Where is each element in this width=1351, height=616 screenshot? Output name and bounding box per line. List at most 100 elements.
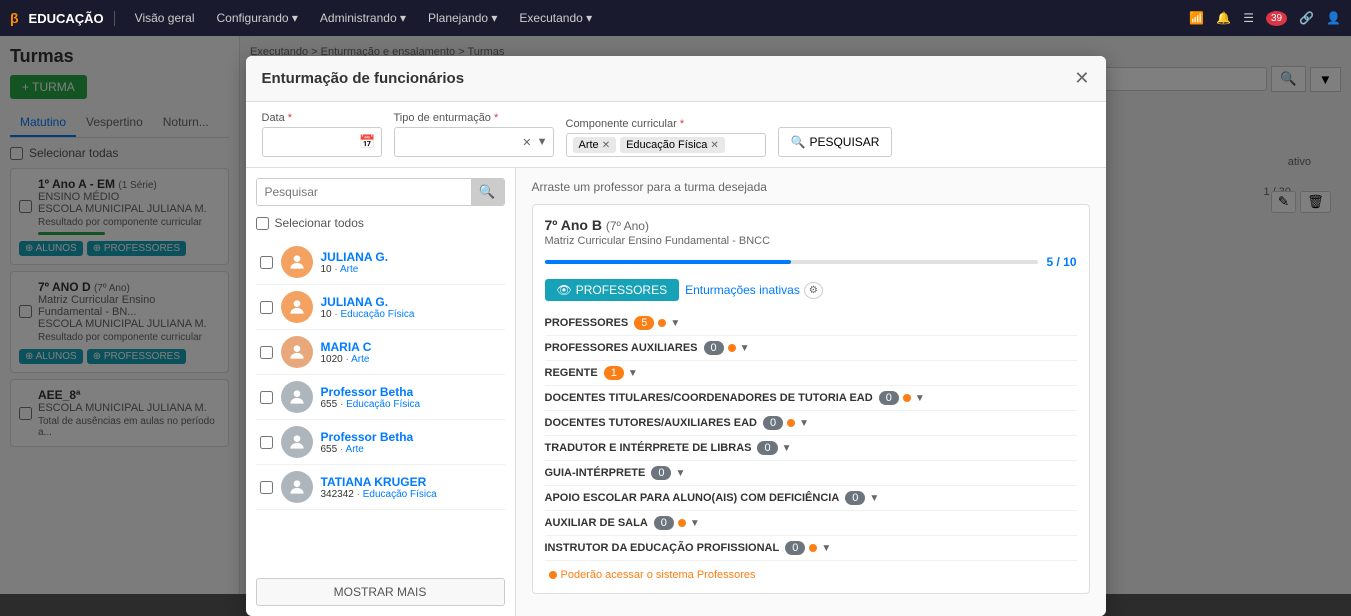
chevron-down-icon[interactable]: ▼: [690, 518, 700, 529]
person-item[interactable]: Professor Betha 655 · Educação Física: [256, 375, 505, 420]
nav-visao-geral[interactable]: Visão geral: [127, 11, 203, 25]
role-name: DOCENTES TITULARES/COORDENADORES DE TUTO…: [545, 392, 873, 404]
person-sub: 10 · Educação Física: [321, 309, 415, 320]
tipo-clear-icon[interactable]: ✕: [522, 136, 531, 149]
person-sub: 342342 · Educação Física: [321, 489, 437, 500]
role-count: 0: [704, 341, 724, 355]
chevron-down-icon[interactable]: ▼: [869, 493, 879, 504]
nav-administrando[interactable]: Administrando ▾: [312, 11, 414, 25]
person-info: MARIA C 1020 · Arte: [321, 340, 372, 365]
person-checkbox[interactable]: [260, 436, 273, 449]
nav-configurando[interactable]: Configurando ▾: [209, 11, 306, 25]
role-name: REGENTE: [545, 367, 598, 379]
chevron-down-icon[interactable]: ▼: [628, 368, 638, 379]
enturmacoes-inativas-link[interactable]: Enturmações inativas ⚙: [685, 282, 823, 299]
person-info: TATIANA KRUGER 342342 · Educação Física: [321, 475, 437, 500]
nav-planejando[interactable]: Planejando ▾: [420, 11, 505, 25]
progress-fill: [545, 260, 792, 264]
person-checkbox[interactable]: [260, 256, 273, 269]
list-search-input[interactable]: [257, 180, 471, 204]
modal-title: Enturmação de funcionários: [262, 70, 465, 87]
person-name: JULIANA G.: [321, 295, 415, 309]
person-checkbox[interactable]: [260, 391, 273, 404]
person-item[interactable]: JULIANA G. 10 · Arte: [256, 240, 505, 285]
tipo-field: Tipo de enturmação * Professor ✕ ▼: [394, 112, 554, 157]
chevron-down-icon[interactable]: ▼: [799, 418, 809, 429]
role-row-regente: REGENTE 1 ▼: [545, 361, 1077, 386]
role-count: 0: [654, 516, 674, 530]
role-name: PROFESSORES: [545, 317, 629, 329]
chevron-down-icon[interactable]: ▼: [821, 543, 831, 554]
person-checkbox[interactable]: [260, 481, 273, 494]
role-row-professores-auxiliares: PROFESSORES AUXILIARES 0 ▼: [545, 336, 1077, 361]
person-item[interactable]: JULIANA G. 10 · Educação Física: [256, 285, 505, 330]
role-count: 0: [785, 541, 805, 555]
dot-icon: [728, 344, 736, 352]
settings-circle-icon[interactable]: ⚙: [804, 282, 823, 299]
person-info: Professor Betha 655 · Arte: [321, 430, 414, 455]
professores-tab-button[interactable]: 👁 PROFESSORES: [545, 279, 680, 301]
role-name: INSTRUTOR DA EDUCAÇÃO PROFISSIONAL: [545, 542, 780, 554]
grid-icon: ☰: [1243, 11, 1254, 25]
tipo-label: Tipo de enturmação *: [394, 112, 554, 124]
role-count: 0: [651, 466, 671, 480]
logo-icon: β: [10, 10, 19, 26]
class-name: 7º Ano B (7º Ano): [545, 217, 1077, 233]
tag-arte: Arte ✕: [573, 137, 617, 153]
nav-icons: 📶 🔔 ☰ 39 🔗 👤: [1189, 11, 1341, 26]
role-row-professores: PROFESSORES 5 ▼: [545, 311, 1077, 336]
progress-text: 5 / 10: [1046, 255, 1076, 269]
date-wrap: 27/06/2022 📅: [262, 127, 382, 157]
chevron-down-icon[interactable]: ▼: [675, 468, 685, 479]
tag-arte-remove[interactable]: ✕: [602, 140, 610, 151]
person-name: Professor Betha: [321, 385, 421, 399]
role-count: 5: [634, 316, 654, 330]
tag-arte-label: Arte: [579, 139, 599, 151]
share-icon: 🔗: [1299, 11, 1314, 25]
person-checkbox[interactable]: [260, 346, 273, 359]
show-more-button[interactable]: MOSTRAR MAIS: [256, 578, 505, 606]
chevron-down-icon[interactable]: ▼: [740, 343, 750, 354]
data-label: Data *: [262, 112, 382, 124]
select-all-label: Selecionar todos: [275, 216, 364, 230]
chevron-down-icon[interactable]: ▼: [915, 393, 925, 404]
person-info: JULIANA G. 10 · Educação Física: [321, 295, 415, 320]
role-row-instrutor: INSTRUTOR DA EDUCAÇÃO PROFISSIONAL 0 ▼: [545, 536, 1077, 561]
person-item[interactable]: MARIA C 1020 · Arte: [256, 330, 505, 375]
roles-list: PROFESSORES 5 ▼ PROFESSORES AUXILIARES 0…: [545, 311, 1077, 561]
chevron-down-icon[interactable]: ▼: [670, 318, 680, 329]
person-sub: 655 · Educação Física: [321, 399, 421, 410]
calendar-icon: 📅: [359, 134, 375, 150]
progress-bar-wrap: [545, 260, 1039, 264]
eye-icon: 👁: [557, 283, 572, 297]
chevron-down-icon[interactable]: ▼: [782, 443, 792, 454]
footer-note-text: Poderão acessar o sistema Professores: [561, 569, 756, 581]
tags-input[interactable]: Arte ✕ Educação Física ✕: [566, 133, 766, 157]
top-navigation: β EDUCAÇÃO Visão geral Configurando ▾ Ad…: [0, 0, 1351, 36]
person-item[interactable]: Professor Betha 655 · Arte: [256, 420, 505, 465]
person-sub: 1020 · Arte: [321, 354, 372, 365]
modal-body: 🔍 Selecionar todos: [246, 168, 1106, 616]
role-row-docentes-tutores: DOCENTES TUTORES/AUXILIARES EAD 0 ▼: [545, 411, 1077, 436]
person-item[interactable]: TATIANA KRUGER 342342 · Educação Física: [256, 465, 505, 510]
role-count: 0: [879, 391, 899, 405]
brand-name: EDUCAÇÃO: [29, 11, 115, 26]
componente-field: Componente curricular * Arte ✕ Educação …: [566, 118, 766, 157]
modal-left-panel: 🔍 Selecionar todos: [246, 168, 516, 616]
pesquisar-button[interactable]: 🔍 PESQUISAR: [778, 127, 893, 157]
modal-right-panel: Arraste um professor para a turma deseja…: [516, 168, 1106, 616]
tag-educacao-fisica-remove[interactable]: ✕: [710, 140, 718, 151]
dot-icon: [809, 544, 817, 552]
modal-close-button[interactable]: ✕: [1074, 68, 1089, 89]
select-all-checkbox[interactable]: [256, 217, 269, 230]
role-row-auxiliar-sala: AUXILIAR DE SALA 0 ▼: [545, 511, 1077, 536]
role-count: 0: [763, 416, 783, 430]
list-search-button[interactable]: 🔍: [471, 179, 504, 205]
person-name: JULIANA G.: [321, 250, 389, 264]
role-row-docentes-titulares: DOCENTES TITULARES/COORDENADORES DE TUTO…: [545, 386, 1077, 411]
alert-badge: 39: [1266, 11, 1287, 26]
nav-executando[interactable]: Executando ▾: [511, 11, 600, 25]
inactive-label: Enturmações inativas: [685, 283, 800, 297]
role-count: 0: [845, 491, 865, 505]
person-checkbox[interactable]: [260, 301, 273, 314]
